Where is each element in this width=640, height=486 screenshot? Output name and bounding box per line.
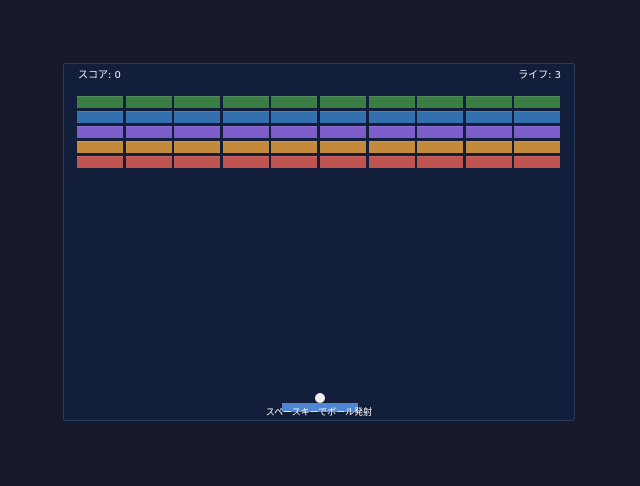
brick: [319, 96, 366, 108]
launch-hint: スペースキーでボール発射: [265, 408, 373, 418]
brick: [222, 141, 269, 153]
brick: [125, 96, 172, 108]
brick: [417, 111, 464, 123]
brick: [465, 141, 512, 153]
brick: [222, 126, 269, 138]
brick: [77, 96, 123, 108]
score-display: スコア: 0: [78, 70, 121, 81]
brick: [417, 141, 464, 153]
brick: [514, 141, 561, 153]
brick: [271, 141, 318, 153]
brick: [174, 111, 221, 123]
brick: [222, 156, 269, 168]
brick-grid: [77, 96, 562, 168]
brick: [125, 126, 172, 138]
brick: [271, 111, 318, 123]
brick: [77, 156, 123, 168]
brick: [319, 111, 366, 123]
brick: [271, 156, 318, 168]
brick: [417, 96, 464, 108]
brick: [174, 156, 221, 168]
brick: [77, 141, 123, 153]
brick: [319, 126, 366, 138]
brick: [368, 156, 415, 168]
brick: [125, 111, 172, 123]
brick: [319, 141, 366, 153]
brick: [319, 156, 366, 168]
brick: [514, 111, 561, 123]
brick: [174, 141, 221, 153]
brick: [465, 126, 512, 138]
brick: [465, 111, 512, 123]
game-canvas[interactable]: スコア: 0 ライフ: 3 スペースキーでボール発射: [63, 63, 575, 421]
brick: [222, 96, 269, 108]
brick: [174, 96, 221, 108]
brick: [465, 156, 512, 168]
brick: [222, 111, 269, 123]
brick: [514, 156, 561, 168]
brick: [368, 141, 415, 153]
brick: [417, 126, 464, 138]
brick: [271, 96, 318, 108]
brick: [368, 96, 415, 108]
brick: [368, 126, 415, 138]
brick: [417, 156, 464, 168]
brick: [125, 156, 172, 168]
lives-display: ライフ: 3: [518, 70, 561, 81]
brick: [125, 141, 172, 153]
brick: [174, 126, 221, 138]
brick: [368, 111, 415, 123]
brick: [271, 126, 318, 138]
brick: [514, 96, 561, 108]
brick: [465, 96, 512, 108]
brick: [514, 126, 561, 138]
brick: [77, 111, 123, 123]
brick: [77, 126, 123, 138]
ball: [315, 393, 325, 403]
